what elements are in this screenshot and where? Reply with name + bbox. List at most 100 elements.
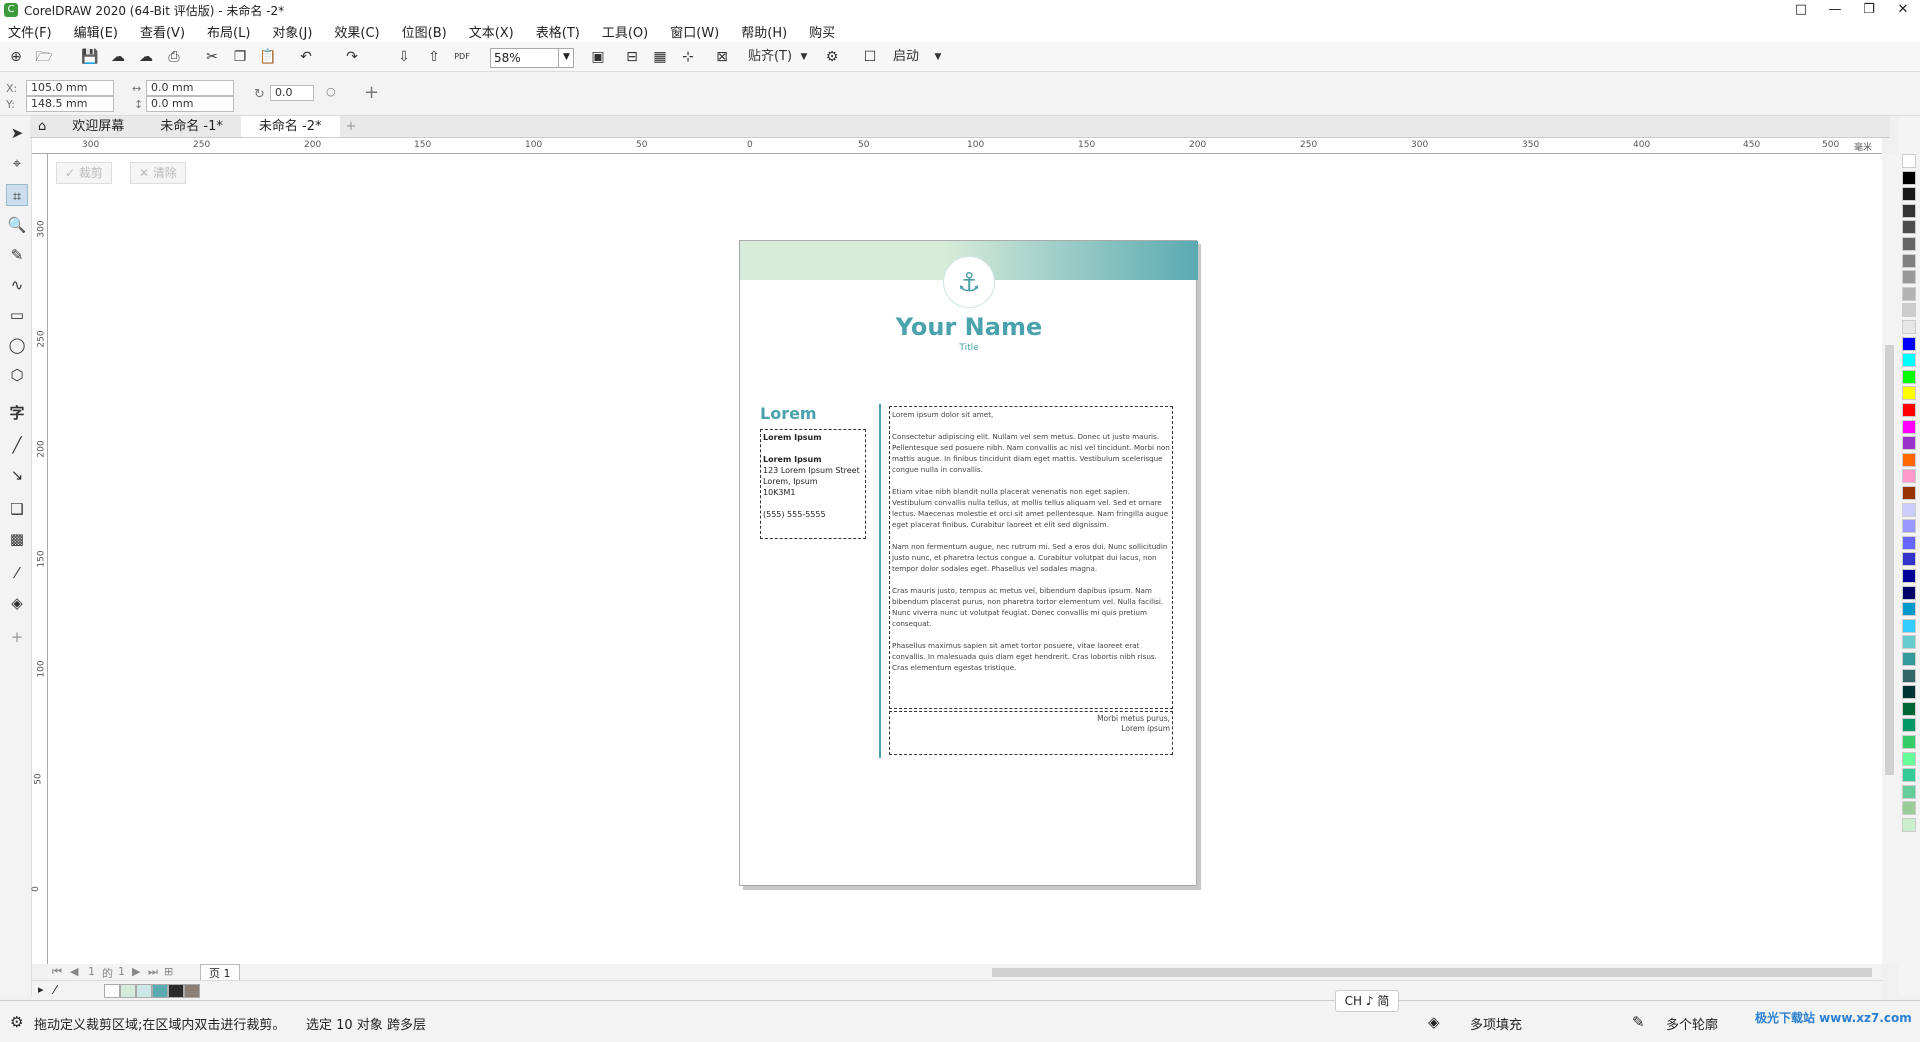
palette-swatch[interactable] [1902, 602, 1916, 617]
eyedropper-icon[interactable]: ⁄ [54, 983, 56, 997]
zoom-tool-icon[interactable]: 🔍 [6, 214, 28, 236]
width-field[interactable]: 0.0 mm [146, 80, 234, 96]
options-gear-icon[interactable]: ⚙ [822, 47, 842, 67]
redo-icon[interactable]: ↷ [342, 47, 362, 67]
cloud-download-icon[interactable]: ☁ [108, 47, 128, 67]
menu-edit[interactable]: 编辑(E) [74, 22, 118, 41]
open-folder-icon[interactable]: 🗁 [34, 47, 54, 67]
parallel-dimension-icon[interactable]: ╱ [6, 434, 28, 456]
add-preset-icon[interactable]: + [364, 82, 379, 103]
document-page[interactable]: ⚓ Your Name Title Lorem Lorem Ipsum Lore… [739, 240, 1198, 886]
cut-icon[interactable]: ✂ [202, 47, 222, 67]
crop-clear-button[interactable]: ✕ 清除 [130, 162, 186, 184]
eyedropper-icon[interactable]: ⁄ [6, 562, 28, 584]
resume-name[interactable]: Your Name [740, 313, 1198, 341]
menu-layout[interactable]: 布局(L) [207, 22, 250, 41]
palette-swatch[interactable] [1902, 486, 1916, 500]
palette-swatch[interactable] [1902, 419, 1916, 434]
tab-welcome[interactable]: 欢迎屏幕 [54, 116, 142, 137]
add-tool-icon[interactable]: + [6, 626, 28, 648]
palette-swatch[interactable] [1902, 386, 1916, 401]
export-pdf-icon[interactable]: PDF [452, 47, 472, 67]
palette-swatch[interactable] [1902, 535, 1916, 550]
pick-tool-icon[interactable]: ➤ [6, 122, 28, 144]
expand-palette-icon[interactable]: ▸ [38, 983, 44, 996]
transparency-tool-icon[interactable]: ▩ [6, 528, 28, 550]
y-position-field[interactable]: 148.5 mm [26, 96, 114, 112]
tab-untitled-2[interactable]: 未命名 -2* [240, 116, 340, 137]
palette-swatch[interactable] [1902, 320, 1916, 334]
minimize-button[interactable]: — [1818, 0, 1852, 20]
doc-palette-swatch[interactable] [120, 984, 136, 998]
palette-swatch[interactable] [1902, 170, 1916, 185]
crop-apply-button[interactable]: ✓ 裁剪 [56, 162, 112, 184]
drop-shadow-icon[interactable]: ❑ [6, 498, 28, 520]
show-guidelines-icon[interactable]: ⊹ [678, 47, 698, 67]
palette-swatch[interactable] [1902, 618, 1916, 633]
menu-effects[interactable]: 效果(C) [334, 22, 379, 41]
print-icon[interactable]: ⎙ [164, 47, 184, 67]
page-tab-1[interactable]: 页 1 [200, 964, 240, 981]
app-launcher-icon[interactable]: ☐ [860, 47, 880, 67]
chevron-down-icon[interactable]: ▼ [794, 47, 814, 67]
menu-window[interactable]: 窗口(W) [670, 22, 719, 41]
launch-dropdown[interactable]: 启动 [886, 47, 926, 67]
side-heading[interactable]: Lorem [760, 404, 817, 423]
last-page-icon[interactable]: ⏭ [148, 965, 158, 979]
palette-swatch[interactable] [1902, 735, 1916, 749]
palette-swatch[interactable] [1902, 237, 1916, 251]
palette-swatch[interactable] [1902, 369, 1916, 384]
horizontal-ruler[interactable]: 300 250 200 150 100 50 0 50 100 150 200 … [32, 138, 1882, 154]
doc-palette-swatch[interactable] [136, 984, 152, 998]
palette-swatch[interactable] [1902, 187, 1916, 202]
palette-swatch[interactable] [1902, 353, 1916, 368]
menu-text[interactable]: 文本(X) [469, 22, 514, 41]
ellipse-tool-icon[interactable]: ◯ [6, 334, 28, 356]
doc-palette-swatch[interactable] [168, 984, 184, 998]
palette-swatch[interactable] [1902, 701, 1916, 716]
palette-swatch[interactable] [1902, 685, 1916, 700]
text-tool-icon[interactable]: 字 [6, 402, 28, 424]
snap-off-icon[interactable]: ⊠ [712, 47, 732, 67]
contact-text-frame[interactable]: Lorem Ipsum Lorem Ipsum 123 Lorem Ipsum … [760, 429, 866, 539]
snap-to-dropdown[interactable]: 贴齐(T) [740, 47, 800, 67]
interactive-fill-icon[interactable]: ◈ [6, 592, 28, 614]
vertical-ruler[interactable]: 300 250 200 150 100 50 0 [31, 154, 48, 964]
menu-table[interactable]: 表格(T) [536, 22, 580, 41]
palette-swatch[interactable] [1902, 652, 1916, 666]
polygon-tool-icon[interactable]: ⬡ [6, 364, 28, 386]
footer-text-frame[interactable]: Morbi metus purus, Lorem ipsum [889, 711, 1173, 755]
rotation-angle-field[interactable]: 0.0 [270, 85, 314, 101]
palette-swatch[interactable] [1902, 519, 1916, 534]
horizontal-scroll-thumb[interactable] [992, 968, 1872, 977]
palette-swatch[interactable] [1902, 801, 1916, 816]
show-grid-icon[interactable]: ▦ [650, 47, 670, 67]
palette-swatch[interactable] [1902, 668, 1916, 683]
body-text-frame[interactable]: Lorem ipsum dolor sit amet, Consectetur … [889, 406, 1173, 709]
menu-file[interactable]: 文件(F) [8, 22, 52, 41]
status-gear-icon[interactable]: ⚙ [10, 1013, 23, 1031]
undo-icon[interactable]: ↶ [296, 47, 316, 67]
menu-bitmaps[interactable]: 位图(B) [402, 22, 447, 41]
palette-swatch[interactable] [1902, 270, 1916, 285]
first-page-icon[interactable]: ⏮ [52, 965, 62, 979]
rectangle-tool-icon[interactable]: ▭ [6, 304, 28, 326]
connector-tool-icon[interactable]: ↘ [6, 464, 28, 486]
palette-swatch[interactable] [1902, 751, 1916, 766]
shape-tool-icon[interactable]: ⌖ [6, 152, 28, 174]
menu-tools[interactable]: 工具(O) [602, 22, 648, 41]
doc-palette-swatch[interactable] [184, 984, 200, 998]
anchor-icon[interactable]: ⚓ [943, 256, 995, 308]
save-icon[interactable]: 💾 [80, 47, 100, 67]
palette-swatch[interactable] [1902, 220, 1916, 235]
import-icon[interactable]: ⇩ [394, 47, 414, 67]
menu-object[interactable]: 对象(J) [272, 22, 312, 41]
height-field[interactable]: 0.0 mm [146, 96, 234, 112]
freehand-tool-icon[interactable]: ✎ [6, 244, 28, 266]
next-page-icon[interactable]: ▶ [132, 965, 140, 978]
export-icon[interactable]: ⇧ [424, 47, 444, 67]
new-document-icon[interactable]: ⊕ [6, 47, 26, 67]
palette-swatch[interactable] [1902, 569, 1916, 583]
palette-swatch[interactable] [1902, 203, 1916, 218]
close-button[interactable]: ✕ [1886, 0, 1920, 20]
